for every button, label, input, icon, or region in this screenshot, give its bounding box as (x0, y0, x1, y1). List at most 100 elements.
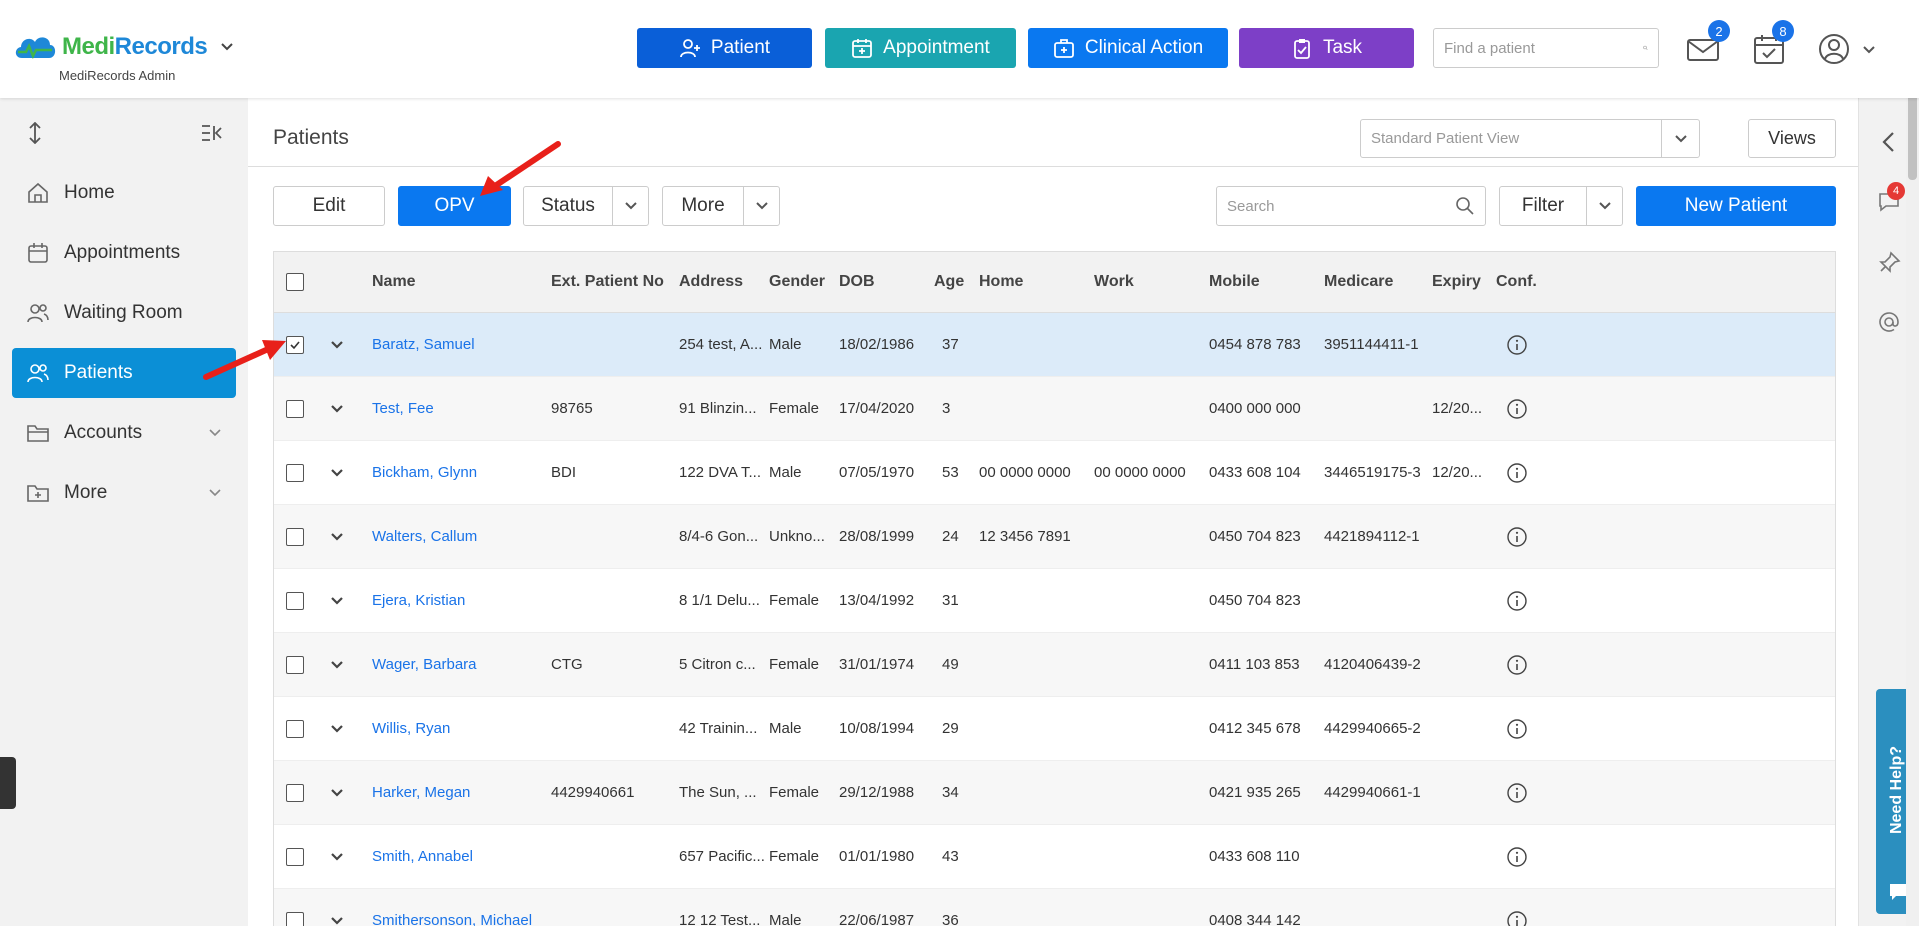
info-icon[interactable] (1506, 846, 1528, 868)
row-checkbox[interactable] (286, 719, 304, 738)
appointment-button[interactable]: Appointment (825, 28, 1016, 68)
cell-name[interactable]: Smith, Annabel (372, 825, 473, 888)
cell-name[interactable]: Wager, Barbara (372, 633, 477, 696)
table-row[interactable]: Smithersonson, Michael 12 12 Test... Male 2… (274, 889, 1835, 926)
chevron-down-icon[interactable] (330, 914, 344, 926)
filter-dropdown-toggle[interactable] (1586, 187, 1622, 225)
search-icon[interactable] (1455, 196, 1475, 216)
expand-vertical-icon[interactable] (26, 122, 44, 144)
brand-logo[interactable]: MediRecords (12, 30, 235, 64)
cell-name[interactable]: Walters, Callum (372, 505, 477, 568)
chevron-down-icon[interactable] (330, 402, 344, 416)
info-icon[interactable] (1506, 590, 1528, 612)
patient-view-select[interactable]: Standard Patient View (1360, 119, 1700, 158)
table-row[interactable]: Willis, Ryan 42 Trainin... Male 10/08/1994 2… (274, 697, 1835, 761)
col-header-gender[interactable]: Gender (769, 252, 825, 312)
table-row[interactable]: Harker, Megan 4429940661 The Sun, ... Femal… (274, 761, 1835, 825)
row-checkbox[interactable] (286, 527, 304, 546)
chevron-left-icon[interactable] (1877, 130, 1901, 154)
chevron-down-icon[interactable] (330, 466, 344, 480)
find-patient-input[interactable] (1444, 39, 1643, 57)
row-checkbox[interactable] (286, 655, 304, 674)
col-header-ext[interactable]: Ext. Patient No (551, 252, 664, 312)
collapse-sidebar-icon[interactable] (200, 123, 222, 143)
new-patient-header-button[interactable]: Patient (637, 28, 812, 68)
col-header-age[interactable]: Age (934, 252, 964, 312)
row-checkbox[interactable] (286, 847, 304, 866)
chevron-down-icon[interactable] (330, 850, 344, 864)
col-header-conf[interactable]: Conf. (1496, 252, 1537, 312)
col-header-home[interactable]: Home (979, 252, 1023, 312)
at-mention-icon[interactable] (1877, 310, 1901, 334)
row-checkbox[interactable] (286, 911, 304, 926)
info-icon[interactable] (1506, 462, 1528, 484)
views-button[interactable]: Views (1748, 119, 1836, 158)
sidebar-item-waiting-room[interactable]: Waiting Room (12, 288, 236, 338)
table-row[interactable]: Walters, Callum 8/4-6 Gon... Unkno... 28/08… (274, 505, 1835, 569)
view-select-dropdown[interactable] (1661, 120, 1699, 157)
home-icon (28, 182, 48, 203)
cell-name[interactable]: Baratz, Samuel (372, 313, 475, 376)
status-dropdown-toggle[interactable] (612, 187, 648, 225)
filter-dropdown[interactable]: Filter (1499, 186, 1623, 226)
row-checkbox[interactable] (286, 783, 304, 802)
search-icon[interactable] (1643, 38, 1648, 58)
cell-name[interactable]: Bickham, Glynn (372, 441, 477, 504)
info-icon[interactable] (1506, 398, 1528, 420)
edit-button[interactable]: Edit (273, 186, 385, 226)
more-dropdown[interactable]: More (662, 186, 780, 226)
row-checkbox[interactable] (286, 463, 304, 482)
col-header-address[interactable]: Address (679, 252, 743, 312)
table-search-input[interactable] (1227, 197, 1455, 215)
chevron-down-icon[interactable] (330, 530, 344, 544)
cell-name[interactable]: Ejera, Kristian (372, 569, 465, 632)
more-dropdown-toggle[interactable] (743, 187, 779, 225)
chevron-down-icon[interactable] (330, 786, 344, 800)
col-header-work[interactable]: Work (1094, 252, 1134, 312)
table-row[interactable]: Smith, Annabel 657 Pacific... Female 01/01/… (274, 825, 1835, 889)
col-header-medicare[interactable]: Medicare (1324, 252, 1393, 312)
table-row[interactable]: Ejera, Kristian 8 1/1 Delu... Female 13/04/… (274, 569, 1835, 633)
cell-name[interactable]: Harker, Megan (372, 761, 470, 824)
calendar-icon (28, 243, 48, 263)
cell-name[interactable]: Test, Fee (372, 377, 434, 440)
info-icon[interactable] (1506, 334, 1528, 356)
select-all-checkbox[interactable] (286, 273, 304, 291)
cloud-logo-icon (15, 37, 56, 60)
chevron-down-icon[interactable] (330, 594, 344, 608)
chevron-down-icon[interactable] (330, 722, 344, 736)
pin-icon[interactable] (1877, 251, 1901, 275)
task-button[interactable]: Task (1239, 28, 1414, 68)
table-row[interactable]: Bickham, Glynn BDI 122 DVA T... Male 07/05/1… (274, 441, 1835, 505)
cell-name[interactable]: Willis, Ryan (372, 697, 450, 760)
sidebar-item-accounts[interactable]: Accounts (12, 408, 236, 458)
chevron-down-icon[interactable] (330, 658, 344, 672)
chevron-down-icon[interactable] (330, 338, 344, 352)
table-row[interactable]: Wager, Barbara CTG 5 Citron c... Female 31/0… (274, 633, 1835, 697)
info-icon[interactable] (1506, 654, 1528, 676)
chevron-down-icon[interactable] (1862, 43, 1876, 57)
row-checkbox[interactable] (286, 399, 304, 418)
info-icon[interactable] (1506, 526, 1528, 548)
chevron-down-icon[interactable] (219, 39, 235, 55)
info-icon[interactable] (1506, 910, 1528, 926)
info-icon[interactable] (1506, 782, 1528, 804)
side-edge-tab[interactable] (0, 757, 16, 809)
col-header-expiry[interactable]: Expiry (1432, 252, 1481, 312)
row-checkbox[interactable] (286, 591, 304, 610)
col-header-dob[interactable]: DOB (839, 252, 875, 312)
clinical-action-button[interactable]: Clinical Action (1028, 28, 1228, 68)
sidebar-item-appointments[interactable]: Appointments (12, 228, 236, 278)
cell-mobile: 0450 704 823 (1209, 528, 1301, 545)
clipboard-check-icon (1294, 39, 1310, 59)
cell-name[interactable]: Smithersonson, Michael (372, 889, 532, 926)
sidebar-item-more[interactable]: More (12, 468, 236, 518)
new-patient-button[interactable]: New Patient (1636, 186, 1836, 226)
col-header-name[interactable]: Name (372, 252, 416, 312)
table-row[interactable]: Baratz, Samuel 254 test, A... Male 18/02/19… (274, 313, 1835, 377)
sidebar-item-home[interactable]: Home (12, 168, 236, 218)
info-icon[interactable] (1506, 718, 1528, 740)
user-account-icon[interactable] (1817, 32, 1851, 66)
col-header-mobile[interactable]: Mobile (1209, 252, 1260, 312)
table-row[interactable]: Test, Fee 98765 91 Blinzin... Female 17/04/2… (274, 377, 1835, 441)
